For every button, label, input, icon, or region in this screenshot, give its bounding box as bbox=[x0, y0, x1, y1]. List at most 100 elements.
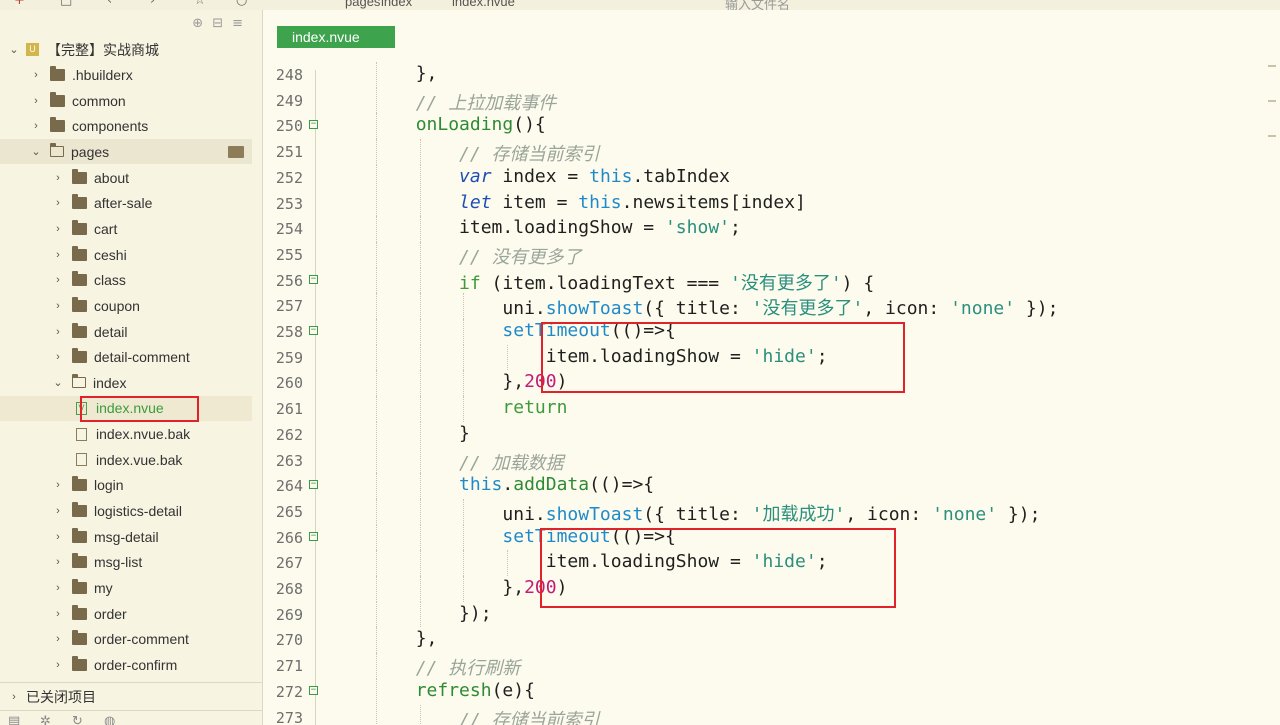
code-line[interactable]: 272− refresh(e){ bbox=[263, 678, 1280, 705]
line-number[interactable]: 264 bbox=[263, 477, 303, 495]
line-number[interactable]: 267 bbox=[263, 554, 303, 572]
line-number[interactable]: 255 bbox=[263, 246, 303, 264]
chevron-right-icon[interactable]: › bbox=[52, 249, 64, 261]
save-icon[interactable]: □ bbox=[60, 0, 72, 8]
chevron-right-icon[interactable]: › bbox=[52, 197, 64, 209]
line-number[interactable]: 254 bbox=[263, 220, 303, 238]
code-line[interactable]: 261 return bbox=[263, 396, 1280, 422]
fold-icon[interactable]: − bbox=[309, 685, 318, 695]
tree-item[interactable]: index.vue.bak bbox=[0, 447, 252, 472]
chevron-right-icon[interactable]: › bbox=[52, 351, 64, 363]
tree-item[interactable]: › detail bbox=[0, 319, 252, 344]
line-number[interactable]: 259 bbox=[263, 349, 303, 367]
tree-item[interactable]: › cart bbox=[0, 216, 252, 241]
line-number[interactable]: 265 bbox=[263, 503, 303, 521]
tree-item[interactable]: › ceshi bbox=[0, 242, 252, 267]
list-icon[interactable]: ▤ bbox=[8, 714, 20, 725]
fold-icon[interactable]: − bbox=[309, 326, 318, 335]
fold-icon[interactable]: − bbox=[309, 120, 318, 130]
code-line[interactable]: 253 let item = this.newsitems[index] bbox=[263, 190, 1280, 217]
chevron-right-icon[interactable]: › bbox=[52, 172, 64, 184]
line-number[interactable]: 248 bbox=[263, 66, 303, 84]
globe-icon[interactable]: ◍ bbox=[104, 714, 115, 725]
chevron-down-icon[interactable]: ⌄ bbox=[52, 376, 64, 389]
line-number[interactable]: 269 bbox=[263, 606, 303, 624]
tree-item[interactable]: › my bbox=[0, 576, 252, 601]
code-line[interactable]: 257 uni.showToast({ title: '没有更多了', icon… bbox=[263, 293, 1280, 319]
line-number[interactable]: 250 bbox=[263, 117, 303, 135]
breadcrumb-index[interactable]: index bbox=[381, 0, 412, 9]
project-root[interactable]: ⌄ U 【完整】实战商城 bbox=[0, 37, 252, 62]
code-line[interactable]: 273 // 存储当前索引 bbox=[263, 704, 1280, 725]
tree-item[interactable]: › order-confirm bbox=[0, 652, 252, 677]
code-line[interactable]: 251 // 存储当前索引 bbox=[263, 139, 1280, 165]
code-line[interactable]: 255 // 没有更多了 bbox=[263, 241, 1280, 268]
code-line[interactable]: 263 // 加载数据 bbox=[263, 447, 1280, 474]
line-number[interactable]: 270 bbox=[263, 631, 303, 649]
chevron-right-icon[interactable]: › bbox=[52, 608, 64, 620]
chevron-right-icon[interactable]: › bbox=[30, 95, 42, 107]
line-number[interactable]: 263 bbox=[263, 452, 303, 470]
chevron-right-icon[interactable]: › bbox=[52, 582, 64, 594]
breadcrumb-file[interactable]: index.nvue bbox=[452, 0, 515, 9]
chevron-right-icon[interactable]: › bbox=[52, 531, 64, 543]
line-number[interactable]: 260 bbox=[263, 374, 303, 392]
code-line[interactable]: 270 }, bbox=[263, 627, 1280, 654]
menu-icon[interactable]: ≡ bbox=[232, 16, 252, 31]
tree-item[interactable]: › coupon bbox=[0, 293, 252, 318]
refresh-icon[interactable]: ↻ bbox=[72, 714, 83, 725]
tree-item[interactable]: › common bbox=[0, 88, 252, 113]
line-number[interactable]: 261 bbox=[263, 400, 303, 418]
chevron-right-icon[interactable]: › bbox=[52, 274, 64, 286]
chevron-right-icon[interactable]: › bbox=[30, 120, 42, 132]
chevron-right-icon[interactable]: › bbox=[52, 300, 64, 312]
line-number[interactable]: 266 bbox=[263, 529, 303, 547]
line-number[interactable]: 252 bbox=[263, 169, 303, 187]
code-line[interactable]: 262 } bbox=[263, 421, 1280, 448]
code-line[interactable]: 248 }, bbox=[263, 62, 1280, 88]
code-line[interactable]: 252 var index = this.tabIndex bbox=[263, 164, 1280, 191]
collapse-icon[interactable]: ⊟ bbox=[212, 16, 232, 31]
line-number[interactable]: 268 bbox=[263, 580, 303, 598]
code-line[interactable]: 265 uni.showToast({ title: '加载成功', icon:… bbox=[263, 498, 1280, 525]
tab-index-nvue[interactable]: index.nvue bbox=[277, 26, 395, 48]
tree-item[interactable]: › .hbuilderx bbox=[0, 63, 252, 88]
code-line[interactable]: 256− if (item.loadingText === '没有更多了') { bbox=[263, 267, 1280, 294]
code-line[interactable]: 271 // 执行刷新 bbox=[263, 653, 1280, 679]
locate-icon[interactable]: ⊕ bbox=[192, 16, 212, 31]
chevron-right-icon[interactable]: › bbox=[52, 633, 64, 645]
tree-item[interactable]: › components bbox=[0, 114, 252, 139]
chevron-right-icon[interactable]: › bbox=[52, 659, 64, 671]
open-folder-icon[interactable] bbox=[228, 145, 244, 158]
closed-projects[interactable]: › 已关闭项目 bbox=[0, 682, 262, 711]
tree-item[interactable]: › login bbox=[0, 473, 252, 498]
tree-item[interactable]: › class bbox=[0, 268, 252, 293]
new-file-icon[interactable]: + bbox=[14, 0, 25, 8]
line-number[interactable]: 251 bbox=[263, 143, 303, 161]
line-number[interactable]: 253 bbox=[263, 195, 303, 213]
line-number[interactable]: 272 bbox=[263, 683, 303, 701]
line-number[interactable]: 257 bbox=[263, 297, 303, 315]
code-line[interactable]: 254 item.loadingShow = 'show'; bbox=[263, 216, 1280, 242]
tree-item[interactable]: › order-comment bbox=[0, 627, 252, 652]
chevron-right-icon[interactable]: › bbox=[52, 505, 64, 517]
tree-item[interactable]: › after-sale bbox=[0, 191, 252, 216]
chevron-right-icon[interactable]: › bbox=[52, 556, 64, 568]
run-icon[interactable]: ○ bbox=[236, 0, 247, 8]
tree-item[interactable]: › about bbox=[0, 165, 252, 190]
forward-icon[interactable]: › bbox=[150, 0, 155, 8]
chevron-right-icon[interactable]: › bbox=[52, 326, 64, 338]
code-line[interactable]: 249 // 上拉加载事件 bbox=[263, 87, 1280, 114]
code-line[interactable]: 264− this.addData(()=>{ bbox=[263, 473, 1280, 499]
line-number[interactable]: 256 bbox=[263, 272, 303, 290]
chevron-right-icon[interactable]: › bbox=[52, 223, 64, 235]
fold-icon[interactable]: − bbox=[309, 531, 318, 541]
code-editor[interactable]: index.nvue 248 }, 249 // 上拉加载事件 250− onLoa… bbox=[263, 10, 1280, 725]
tree-item[interactable]: ⌄ pages bbox=[0, 139, 252, 165]
tree-item[interactable]: › msg-list bbox=[0, 550, 252, 575]
tree-item[interactable]: index.nvue.bak bbox=[0, 422, 252, 447]
line-number[interactable]: 249 bbox=[263, 92, 303, 110]
code-line[interactable]: 250− onLoading(){ bbox=[263, 113, 1280, 140]
tree-item[interactable]: › msg-detail bbox=[0, 524, 252, 549]
line-number[interactable]: 273 bbox=[263, 709, 303, 725]
